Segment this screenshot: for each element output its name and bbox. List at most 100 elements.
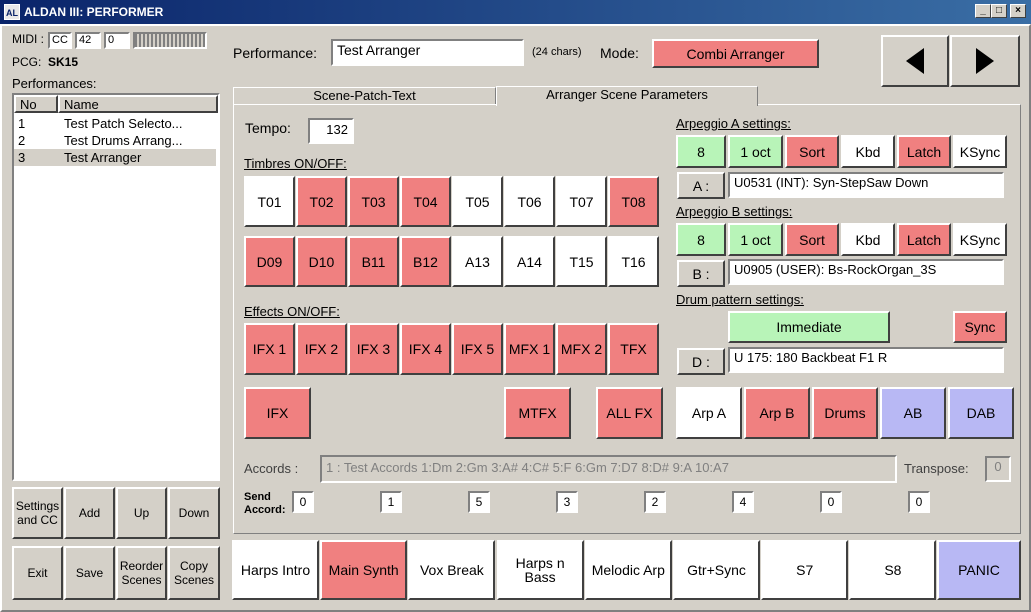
drum-immediate-button[interactable]: Immediate (728, 311, 890, 343)
add-button[interactable]: Add (64, 487, 115, 539)
list-item[interactable]: 2 Test Drums Arrang... (14, 132, 216, 149)
arp-a-select-button[interactable]: A : (677, 172, 725, 199)
timbre-button[interactable]: T15 (556, 236, 607, 287)
maximize-icon[interactable]: □ (991, 4, 1007, 18)
reorder-scenes-button[interactable]: Reorder Scenes (116, 546, 167, 600)
scene-button[interactable]: Main Synth (320, 540, 408, 600)
timbre-button[interactable]: A13 (452, 236, 503, 287)
ab-toggle-button[interactable]: AB (880, 387, 946, 439)
scene-button[interactable]: Harps n Bass (496, 540, 584, 600)
list-item[interactable]: 1 Test Patch Selecto... (14, 115, 216, 132)
arp-a-latch-button[interactable]: Latch (897, 135, 951, 168)
all-fx-button[interactable]: ALL FX (596, 387, 663, 439)
copy-scenes-button[interactable]: Copy Scenes (168, 546, 220, 600)
send-accord-field[interactable]: 1 (380, 491, 402, 513)
arp-b-pattern-field[interactable]: U0905 (USER): Bs-RockOrgan_3S (728, 259, 1004, 285)
send-accord-field[interactable]: 0 (820, 491, 842, 513)
next-button[interactable] (950, 35, 1020, 87)
timbre-button[interactable]: B12 (400, 236, 451, 287)
timbre-button[interactable]: T02 (296, 176, 347, 227)
effect-button[interactable]: IFX 1 (244, 323, 295, 375)
arp-a-resolution-button[interactable]: 8 (676, 135, 726, 168)
scene-button[interactable]: Vox Break (408, 540, 496, 600)
timbre-button[interactable]: T08 (608, 176, 659, 227)
effect-button[interactable]: IFX 4 (400, 323, 451, 375)
drum-pattern-label: Drum pattern settings: (676, 292, 804, 307)
arp-b-latch-button[interactable]: Latch (897, 223, 951, 256)
tab-arranger-scene-parameters[interactable]: Arranger Scene Parameters (496, 86, 758, 106)
down-button[interactable]: Down (168, 487, 220, 539)
arp-b-sort-button[interactable]: Sort (785, 223, 839, 256)
accords-label: Accords : (244, 461, 299, 476)
arp-b-ksync-button[interactable]: KSync (953, 223, 1007, 256)
performances-list[interactable]: No Name 1 Test Patch Selecto... 2 Test Dru… (12, 93, 220, 481)
column-header-name[interactable]: Name (58, 95, 218, 113)
effect-button[interactable]: MFX 1 (504, 323, 555, 375)
send-accord-field[interactable]: 0 (908, 491, 930, 513)
arp-b-toggle-button[interactable]: Arp B (744, 387, 810, 439)
arp-b-octave-button[interactable]: 1 oct (728, 223, 783, 256)
timbre-button[interactable]: D09 (244, 236, 295, 287)
send-accord-field[interactable]: 4 (732, 491, 754, 513)
arp-a-pattern-field[interactable]: U0531 (INT): Syn-StepSaw Down (728, 172, 1004, 198)
tab-scene-patch-text[interactable]: Scene-Patch-Text (233, 87, 496, 104)
timbre-button[interactable]: T03 (348, 176, 399, 227)
midi-value-field[interactable]: 0 (104, 32, 130, 49)
exit-button[interactable]: Exit (12, 546, 63, 600)
timbre-button[interactable]: D10 (296, 236, 347, 287)
panic-button[interactable]: PANIC (937, 540, 1021, 600)
timbre-button[interactable]: T01 (244, 176, 295, 227)
effect-button[interactable]: TFX (608, 323, 659, 375)
send-accord-field[interactable]: 5 (468, 491, 490, 513)
save-button[interactable]: Save (64, 546, 115, 600)
timbre-button[interactable]: T06 (504, 176, 555, 227)
drum-pattern-field[interactable]: U 175: 180 Backbeat F1 R (728, 347, 1004, 373)
column-header-no[interactable]: No (14, 95, 58, 113)
scene-button[interactable]: S7 (761, 540, 849, 600)
drum-select-button[interactable]: D : (677, 348, 725, 375)
arp-b-kbd-button[interactable]: Kbd (841, 223, 895, 256)
timbre-button[interactable]: T16 (608, 236, 659, 287)
scene-button[interactable]: Harps Intro (232, 540, 319, 600)
tempo-field[interactable]: 132 (308, 118, 354, 144)
timbre-button[interactable]: B11 (348, 236, 399, 287)
arp-b-select-button[interactable]: B : (677, 260, 725, 287)
effect-button[interactable]: MFX 2 (556, 323, 607, 375)
scene-button[interactable]: S8 (849, 540, 937, 600)
arp-a-sort-button[interactable]: Sort (785, 135, 839, 168)
settings-button[interactable]: Settings and CC (12, 487, 63, 539)
timbre-button[interactable]: T04 (400, 176, 451, 227)
chars-count: (24 chars) (532, 46, 582, 58)
drum-sync-button[interactable]: Sync (953, 311, 1007, 343)
timbre-button[interactable]: T07 (556, 176, 607, 227)
previous-button[interactable] (881, 35, 949, 87)
timbre-button[interactable]: T05 (452, 176, 503, 227)
close-icon[interactable]: × (1010, 4, 1026, 18)
arp-a-ksync-button[interactable]: KSync (953, 135, 1007, 168)
mtfx-button[interactable]: MTFX (504, 387, 571, 439)
effect-button[interactable]: IFX 2 (296, 323, 347, 375)
minimize-icon[interactable]: _ (975, 4, 991, 18)
scene-button[interactable]: Melodic Arp (584, 540, 672, 600)
arp-a-kbd-button[interactable]: Kbd (841, 135, 895, 168)
effect-button[interactable]: IFX 5 (452, 323, 503, 375)
drums-toggle-button[interactable]: Drums (812, 387, 878, 439)
timbre-button[interactable]: A14 (504, 236, 555, 287)
arp-b-resolution-button[interactable]: 8 (676, 223, 726, 256)
dab-toggle-button[interactable]: DAB (948, 387, 1014, 439)
scene-button[interactable]: Gtr+Sync (673, 540, 760, 600)
send-accord-field[interactable]: 3 (556, 491, 578, 513)
effect-button[interactable]: IFX 3 (348, 323, 399, 375)
performances-label: Performances: (12, 76, 97, 91)
midi-type-field[interactable]: CC (48, 32, 72, 49)
list-item-selected[interactable]: 3 Test Arranger (14, 149, 216, 166)
send-accord-field[interactable]: 0 (292, 491, 314, 513)
arp-a-toggle-button[interactable]: Arp A (676, 387, 742, 439)
up-button[interactable]: Up (116, 487, 167, 539)
performance-name-field[interactable]: Test Arranger (331, 39, 524, 66)
ifx-button[interactable]: IFX (244, 387, 311, 439)
mode-button[interactable]: Combi Arranger (652, 39, 819, 68)
send-accord-field[interactable]: 2 (644, 491, 666, 513)
arp-a-octave-button[interactable]: 1 oct (728, 135, 783, 168)
midi-number-field[interactable]: 42 (75, 32, 101, 49)
